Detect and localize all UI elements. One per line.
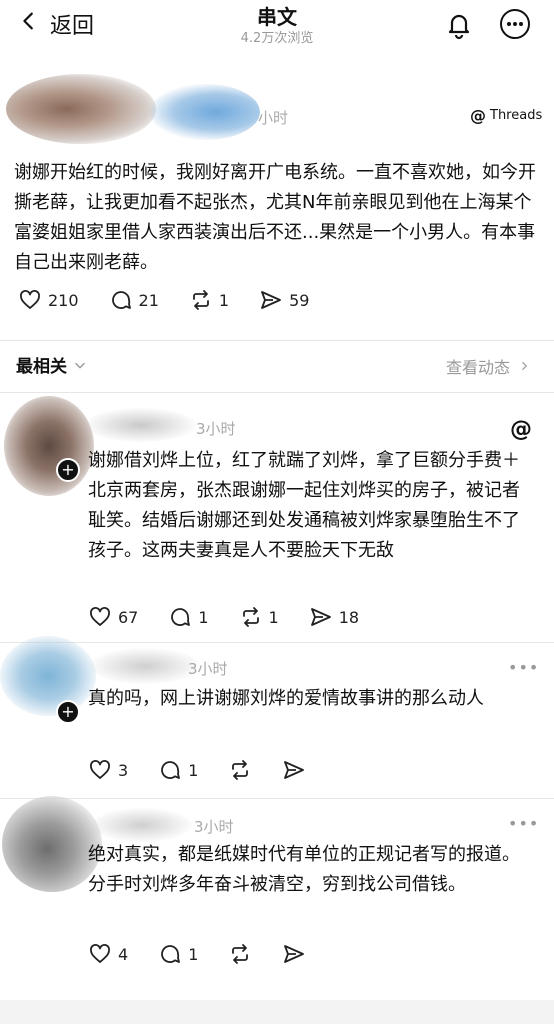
heart-icon: [90, 760, 110, 779]
repost-icon: [232, 760, 249, 780]
share-count: 59: [289, 290, 310, 310]
comment-icon: [161, 761, 181, 779]
svg-text:@: @: [510, 417, 532, 442]
send-icon: [284, 945, 305, 963]
like-count: 210: [48, 290, 79, 310]
username-blurred[interactable]: [92, 808, 192, 842]
sort-label: 最相关: [16, 357, 67, 377]
bottom-bar: [0, 1000, 554, 1024]
post-body: 谢娜开始红的时候，我刚好离开广电系统。一直不喜欢她，如今开撕老薛，让我更加看不起…: [14, 162, 536, 273]
chevron-down-icon: [75, 362, 85, 369]
comment-icon: [161, 945, 181, 963]
like-count: 3: [118, 760, 129, 780]
comment-count: 1: [188, 760, 199, 780]
comment-button[interactable]: 1: [158, 758, 198, 782]
more-options-icon[interactable]: [499, 8, 531, 40]
follow-plus-icon[interactable]: +: [56, 700, 80, 724]
comment-button[interactable]: 1: [158, 942, 198, 966]
send-icon: [261, 291, 281, 309]
comment-count: 1: [198, 607, 209, 627]
bell-icon[interactable]: [444, 10, 474, 40]
like-count: 67: [118, 607, 139, 627]
avatar-blurred[interactable]: [2, 796, 102, 892]
repost-icon: [193, 290, 209, 310]
share-button[interactable]: [282, 942, 306, 966]
comment-time: 3小时: [188, 660, 228, 678]
follow-plus-icon[interactable]: +: [56, 458, 80, 482]
avatar-blurred[interactable]: [0, 636, 96, 716]
comment-time: 3小时: [196, 420, 236, 438]
threads-icon: @: [470, 106, 486, 125]
like-button[interactable]: 3: [88, 758, 128, 782]
repost-icon: [242, 607, 259, 627]
repost-button[interactable]: 1: [239, 605, 279, 629]
view-activity-link[interactable]: 查看动态: [446, 354, 530, 378]
comment-actions: 67 1 1 18: [88, 605, 389, 629]
avatar-blurred[interactable]: [4, 396, 94, 496]
divider: [0, 340, 554, 341]
repost-icon: [232, 944, 249, 964]
top-bar: 返回 串文 4.2万次浏览: [0, 0, 554, 58]
share-count: 18: [338, 607, 360, 627]
post-time: 小时: [258, 109, 289, 127]
threads-badge[interactable]: @ Threads: [470, 106, 542, 125]
username-blurred[interactable]: [90, 648, 200, 684]
heart-icon: [90, 944, 110, 963]
divider: [0, 798, 554, 799]
repost-button[interactable]: [228, 758, 252, 782]
comment-body: 谢娜借刘烨上位，红了就踹了刘烨，拿了巨额分手费＋北京两套房，张杰跟谢娜一起住刘烨…: [88, 450, 520, 561]
comment-icon: [111, 291, 131, 309]
more-dots-icon[interactable]: •••: [508, 658, 539, 677]
comment-actions: 3 1: [88, 758, 336, 782]
send-icon: [284, 761, 305, 779]
repost-count: 1: [218, 290, 230, 310]
comment-icon: [171, 608, 191, 626]
chevron-right-icon: [522, 361, 528, 371]
username-blurred[interactable]: [86, 408, 196, 442]
sort-dropdown[interactable]: 最相关: [16, 352, 87, 377]
comment-button[interactable]: 1: [168, 605, 209, 629]
heart-icon: [90, 607, 110, 626]
comment-actions: 4 1: [88, 942, 336, 966]
like-button[interactable]: 210: [18, 288, 79, 312]
comment-button[interactable]: 21: [109, 288, 159, 312]
share-button[interactable]: 18: [309, 605, 359, 629]
comment-body: 真的吗，网上讲谢娜刘烨的爱情故事讲的那么动人: [88, 688, 484, 709]
view-activity-label: 查看动态: [445, 358, 510, 377]
repost-button[interactable]: 1: [189, 288, 229, 312]
like-button[interactable]: 4: [88, 942, 128, 966]
comment-time: 3小时: [194, 818, 234, 836]
comment-count: 21: [138, 290, 159, 310]
share-button[interactable]: 59: [259, 288, 309, 312]
username-blurred[interactable]: [150, 84, 260, 140]
sort-bar: 最相关 查看动态: [0, 346, 554, 386]
send-icon: [310, 608, 331, 626]
post-actions: 210 21 1 59: [18, 288, 339, 312]
divider: [0, 392, 554, 393]
more-dots-icon[interactable]: •••: [508, 814, 539, 833]
share-button[interactable]: [282, 758, 306, 782]
like-button[interactable]: 67: [88, 605, 138, 629]
divider: [0, 642, 554, 643]
comment-count: 1: [188, 944, 199, 964]
repost-count: 1: [268, 607, 279, 627]
like-count: 4: [118, 944, 129, 964]
threads-icon[interactable]: @: [508, 416, 534, 442]
heart-icon: [20, 290, 40, 309]
threads-label: Threads: [490, 108, 543, 123]
avatar-blurred[interactable]: [6, 74, 156, 144]
repost-button[interactable]: [228, 942, 252, 966]
comment-body: 绝对真实，都是纸媒时代有单位的正规记者写的报道。分手时刘烨多年奋斗被清空，穷到找…: [88, 844, 520, 895]
